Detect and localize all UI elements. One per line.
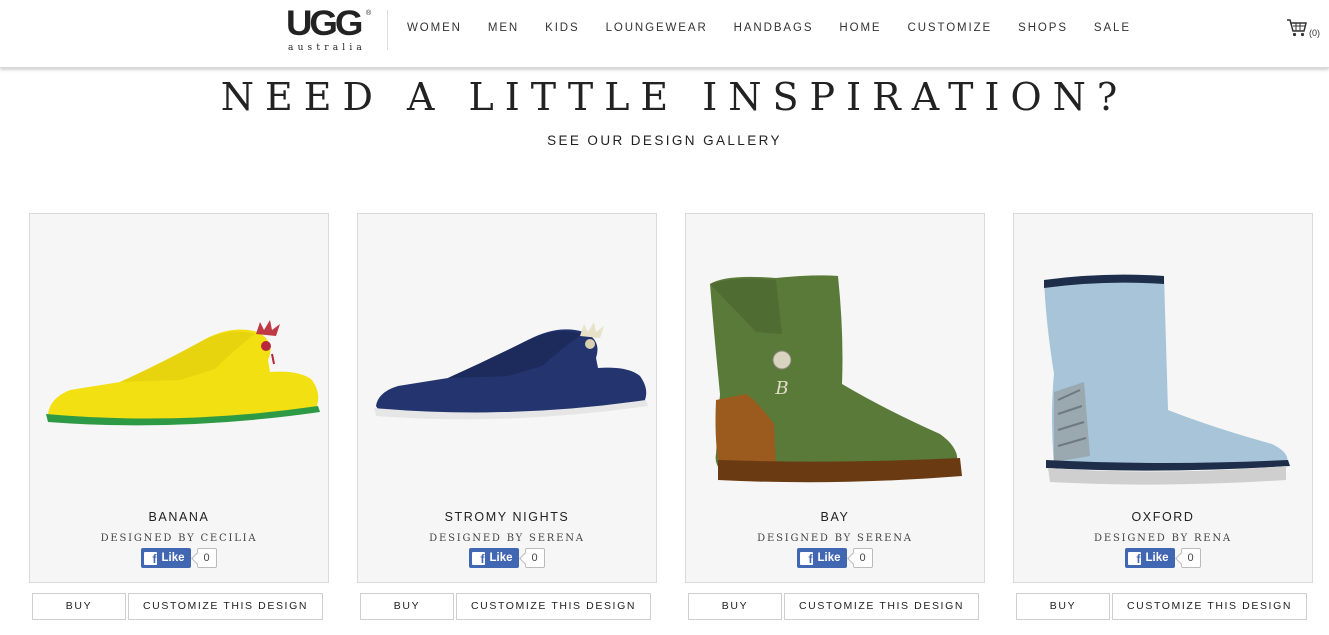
nav-handbags[interactable]: HANDBAGS xyxy=(734,22,814,34)
product-name[interactable]: OXFORD xyxy=(1014,510,1312,524)
like-label: Like xyxy=(1145,552,1169,564)
facebook-like-row: f Like 0 xyxy=(30,548,328,568)
facebook-icon: f xyxy=(144,551,158,566)
product-designer: DESIGNED BY RENA xyxy=(1094,533,1232,544)
site-header: UGG ® australia WOMEN MEN KIDS LOUNGEWEA… xyxy=(0,0,1329,68)
like-label: Like xyxy=(161,552,185,564)
facebook-like-row: f Like 0 xyxy=(1014,548,1312,568)
product-image-banana xyxy=(46,320,320,426)
logo-subtitle: australia xyxy=(288,43,366,53)
product-designer: DESIGNED BY CECILIA xyxy=(100,533,258,544)
facebook-like-button[interactable]: f Like xyxy=(469,548,519,568)
svg-text:B: B xyxy=(774,378,788,399)
nav-women[interactable]: WOMEN xyxy=(407,22,462,34)
design-gallery-link[interactable]: SEE OUR DESIGN GALLERY xyxy=(0,133,1329,148)
customize-button[interactable]: CUSTOMIZE THIS DESIGN xyxy=(128,593,323,620)
logo-wordmark: UGG xyxy=(286,4,363,43)
nav-customize[interactable]: CUSTOMIZE xyxy=(908,22,993,34)
customize-button[interactable]: CUSTOMIZE THIS DESIGN xyxy=(1112,593,1307,620)
nav-shops[interactable]: SHOPS xyxy=(1018,22,1068,34)
product-name[interactable]: BANANA xyxy=(30,510,328,524)
facebook-like-button[interactable]: f Like xyxy=(141,548,191,568)
product-designer: DESIGNED BY SERENA xyxy=(429,533,585,544)
facebook-like-button[interactable]: f Like xyxy=(1125,548,1175,568)
like-label: Like xyxy=(489,552,513,564)
facebook-like-row: f Like 0 xyxy=(686,548,984,568)
like-count: 0 xyxy=(1180,548,1201,568)
facebook-icon: f xyxy=(472,551,486,566)
like-count: 0 xyxy=(196,548,217,568)
buy-button[interactable]: BUY xyxy=(32,593,126,620)
page-title: NEED A LITTLE INSPIRATION? xyxy=(220,75,1129,119)
facebook-like-button[interactable]: f Like xyxy=(797,548,847,568)
nav-loungewear[interactable]: LOUNGEWEAR xyxy=(606,22,708,34)
facebook-icon: f xyxy=(800,551,814,566)
product-image-bay: B xyxy=(710,275,962,483)
product-card[interactable]: OXFORD DESIGNED BY RENA f Like 0 xyxy=(1013,213,1313,583)
product-card[interactable]: BANANA DESIGNED BY CECILIA f Like 0 xyxy=(29,213,329,583)
product-designer: DESIGNED BY SERENA xyxy=(757,533,913,544)
buy-button[interactable]: BUY xyxy=(1016,593,1110,620)
like-count: 0 xyxy=(852,548,873,568)
ugg-logo[interactable]: UGG ® australia xyxy=(286,6,374,54)
product-image-oxford xyxy=(1044,274,1290,485)
nav-kids[interactable]: KIDS xyxy=(545,22,579,34)
nav-home[interactable]: HOME xyxy=(839,22,881,34)
nav-men[interactable]: MEN xyxy=(488,22,519,34)
product-image-stromy-nights xyxy=(374,322,648,420)
product-card[interactable]: B BAY DESIGNED BY SERENA f Like 0 xyxy=(685,213,985,583)
buy-button[interactable]: BUY xyxy=(688,593,782,620)
product-name[interactable]: STROMY NIGHTS xyxy=(358,510,656,524)
facebook-like-row: f Like 0 xyxy=(358,548,656,568)
facebook-icon: f xyxy=(1128,551,1142,566)
like-label: Like xyxy=(817,552,841,564)
like-count: 0 xyxy=(524,548,545,568)
main-nav: WOMEN MEN KIDS LOUNGEWEAR HANDBAGS HOME … xyxy=(407,22,1157,34)
header-divider xyxy=(387,10,388,50)
cart-count: (0) xyxy=(1309,28,1320,38)
buy-button[interactable]: BUY xyxy=(360,593,454,620)
product-name[interactable]: BAY xyxy=(686,510,984,524)
customize-button[interactable]: CUSTOMIZE THIS DESIGN xyxy=(784,593,979,620)
nav-sale[interactable]: SALE xyxy=(1094,22,1131,34)
cart-icon xyxy=(1287,19,1307,37)
logo-registered-mark: ® xyxy=(366,10,372,17)
product-card[interactable]: STROMY NIGHTS DESIGNED BY SERENA f Like … xyxy=(357,213,657,583)
cart-button[interactable]: (0) xyxy=(1286,18,1320,38)
customize-button[interactable]: CUSTOMIZE THIS DESIGN xyxy=(456,593,651,620)
